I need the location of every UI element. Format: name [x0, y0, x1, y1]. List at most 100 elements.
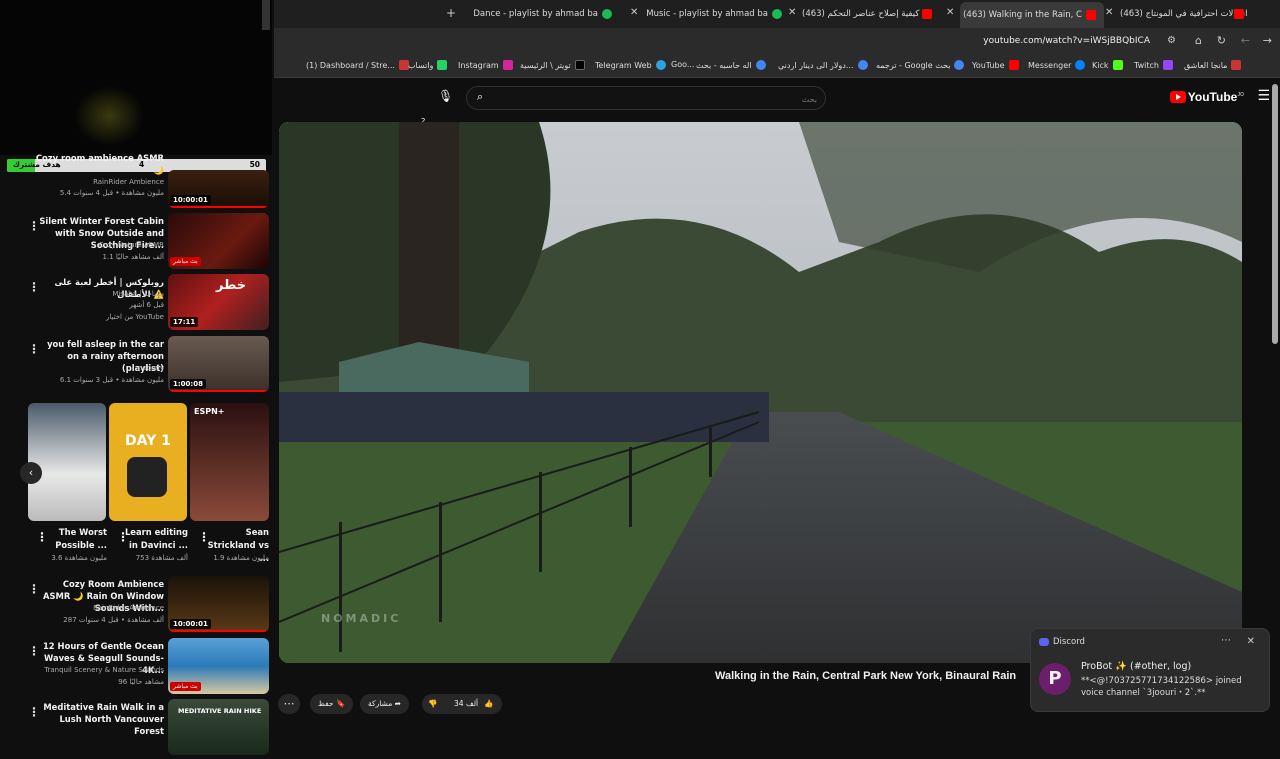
bookmark-item[interactable]: Goo...: [671, 60, 694, 69]
list-item[interactable]: خطر 17:11 ⋮ روبلوكس | أخطر لعبة على الأط…: [0, 274, 272, 334]
bookmark-item[interactable]: Telegram Web: [595, 60, 666, 70]
google-icon: [755, 60, 766, 70]
tab-label: Music - playlist by ahmad ba: [646, 9, 768, 19]
bookmark-label: Goo...: [671, 60, 695, 69]
whatsapp-icon: [437, 60, 448, 70]
bookmark-item[interactable]: Instagram: [458, 60, 513, 70]
short-thumbnail[interactable]: DAY 1: [109, 403, 187, 521]
notification-close-icon[interactable]: ✕: [1247, 636, 1255, 647]
bookmark-label: تويتر \ الرئيسية: [520, 61, 571, 70]
more-options-icon[interactable]: ⋮: [36, 530, 48, 544]
shorts-prev-button[interactable]: ‹: [20, 462, 42, 484]
short-thumbnail[interactable]: ESPN+: [190, 403, 269, 521]
video-thumbnail[interactable]: بث مباشر: [168, 213, 269, 269]
video-thumbnail[interactable]: 10:00:01: [168, 170, 269, 208]
channel-name[interactable]: Cozy Nature ASMR: [99, 241, 164, 249]
video-meta: قبل 6 أشهر: [129, 301, 164, 309]
live-badge: بث مباشر: [170, 682, 201, 691]
tab-close-icon[interactable]: ✕: [946, 7, 954, 18]
channel-name[interactable]: RainRider Ambience: [93, 178, 164, 186]
search-box[interactable]: ⌕: [466, 86, 826, 110]
short-thumb-text: DAY 1: [125, 433, 171, 449]
video-title-main: Walking in the Rain, Central Park New Yo…: [715, 670, 1017, 682]
more-options-icon[interactable]: ⋮: [198, 530, 210, 544]
back-icon[interactable]: →: [1263, 34, 1272, 47]
page-scrollbar[interactable]: [1272, 84, 1278, 344]
bookmark-item[interactable]: YouTube: [972, 60, 1019, 70]
dislike-icon[interactable]: 👎: [428, 694, 437, 714]
list-item[interactable]: 1:00:08 ⋮ you fell asleep in the car on …: [0, 336, 272, 396]
tab-close-icon[interactable]: ✕: [1105, 7, 1113, 18]
list-item[interactable]: 10:00:01 ⋮ Cozy Room Ambience ASMR 🌙 Rai…: [0, 576, 272, 636]
bookmark-item[interactable]: دولار الى دينار اردني...: [778, 60, 868, 70]
url-field[interactable]: youtube.com/watch?v=iWSjBBQbICA: [983, 36, 1150, 46]
more-actions-button[interactable]: ⋯: [278, 694, 300, 714]
bookmark-item[interactable]: (1) Dashboard / Stre...: [306, 60, 409, 70]
bookmark-item[interactable]: مانجا العاشق: [1184, 60, 1242, 70]
video-player[interactable]: NOMADIC: [279, 122, 1242, 663]
bookmark-item[interactable]: Messenger: [1028, 60, 1086, 70]
watch-progress: [168, 630, 269, 632]
bookmark-item[interactable]: اله حاسبه - بحث: [696, 60, 766, 70]
mic-icon[interactable]: 🎙: [438, 89, 453, 103]
youtube-logo[interactable]: YouTubeJO: [1169, 90, 1244, 104]
video-thumbnail[interactable]: خطر 17:11: [168, 274, 269, 330]
video-title[interactable]: Meditative Rain Walk in a Lush North Van…: [34, 701, 164, 737]
bookmark-item[interactable]: ترجمه - Google بحث: [876, 60, 965, 70]
home-icon[interactable]: ⌂: [1195, 34, 1202, 47]
save-label: حفظ: [318, 699, 334, 708]
menu-icon[interactable]: ☰: [1257, 88, 1270, 104]
search-input[interactable]: [497, 91, 817, 107]
bookmark-item[interactable]: واتساب: [408, 60, 448, 70]
short-title[interactable]: Learn editing in Davinci ...: [120, 526, 188, 552]
like-icon[interactable]: 👍: [484, 694, 493, 714]
video-thumbnail[interactable]: 1:00:08: [168, 336, 269, 392]
channel-name[interactable]: Misaha | مساحة: [112, 290, 164, 298]
tab[interactable]: (463) انتقالات احترافية في المونتاج: [1120, 4, 1252, 24]
bookmark-item[interactable]: تويتر \ الرئيسية: [520, 60, 585, 70]
tab[interactable]: (463) كيفية إصلاح عناصر التحكم: [802, 4, 940, 24]
reload-icon[interactable]: ↻: [1217, 34, 1226, 47]
tab-close-icon[interactable]: ✕: [630, 7, 638, 18]
video-title[interactable]: Cozy room ambience ASMR 🌙: [34, 152, 164, 176]
channel-name[interactable]: nobody: [138, 364, 164, 372]
short-title[interactable]: The Worst Possible ...: [44, 526, 107, 552]
duration-badge: 10:00:01: [170, 195, 211, 205]
list-item[interactable]: 10:00:01 Cozy room ambience ASMR 🌙 RainR…: [0, 152, 272, 212]
site-settings-icon[interactable]: ⚙: [1167, 35, 1176, 46]
bookmark-label: (1) Dashboard / Stre...: [306, 61, 395, 70]
logo-text: YouTube: [1187, 90, 1238, 104]
video-frame: [279, 122, 1242, 663]
search-icon[interactable]: ⌕: [477, 90, 483, 104]
webcam-edge: [262, 0, 270, 30]
channel-name[interactable]: RainRider Ambience: [93, 604, 164, 612]
save-button[interactable]: حفظ 🔖: [310, 694, 354, 714]
youtube-play-icon: [1169, 91, 1186, 103]
video-thumbnail[interactable]: بث مباشر: [168, 638, 269, 694]
kick-icon: [1112, 60, 1123, 70]
tab[interactable]: Dance - playlist by ahmad ba: [470, 4, 620, 24]
list-item[interactable]: بث مباشر ⋮ Silent Winter Forest Cabin wi…: [0, 213, 272, 273]
new-tab-button[interactable]: +: [446, 6, 456, 20]
video-thumbnail[interactable]: MEDITATIVE RAIN HIKE: [168, 699, 269, 755]
tab-close-icon[interactable]: ✕: [788, 7, 796, 18]
like-count: 34 ألف: [454, 699, 479, 708]
bookmark-item[interactable]: Twitch: [1134, 60, 1173, 70]
bookmark-item[interactable]: Kick: [1092, 60, 1123, 70]
list-item[interactable]: MEDITATIVE RAIN HIKE ⋮ Meditative Rain W…: [0, 699, 272, 759]
forward-icon[interactable]: ←: [1241, 34, 1250, 47]
more-options-icon[interactable]: ⋮: [117, 530, 129, 544]
short-thumbnail[interactable]: [28, 403, 106, 521]
tab-label: (463) Walking in the Rain, C: [963, 10, 1082, 20]
tab[interactable]: Music - playlist by ahmad ba: [640, 4, 790, 24]
duration-badge: 1:00:08: [170, 379, 206, 389]
davinci-icon: [127, 457, 167, 497]
youtube-header: 🎙 ⌕ YouTubeJO ☰: [274, 78, 1280, 118]
video-thumbnail[interactable]: 10:00:01: [168, 576, 269, 632]
discord-notification[interactable]: Discord ⋯ ✕ P ProBot ✨ (#other, log) **<…: [1030, 628, 1270, 712]
list-item[interactable]: بث مباشر ⋮ 12 Hours of Gentle Ocean Wave…: [0, 638, 272, 698]
channel-name[interactable]: Tranquil Scenery & Nature Sounds: [44, 666, 164, 674]
tab-active[interactable]: (463) Walking in the Rain, C: [960, 2, 1104, 28]
share-button[interactable]: مشاركة ➦: [360, 694, 409, 714]
notification-more-icon[interactable]: ⋯: [1221, 635, 1231, 646]
